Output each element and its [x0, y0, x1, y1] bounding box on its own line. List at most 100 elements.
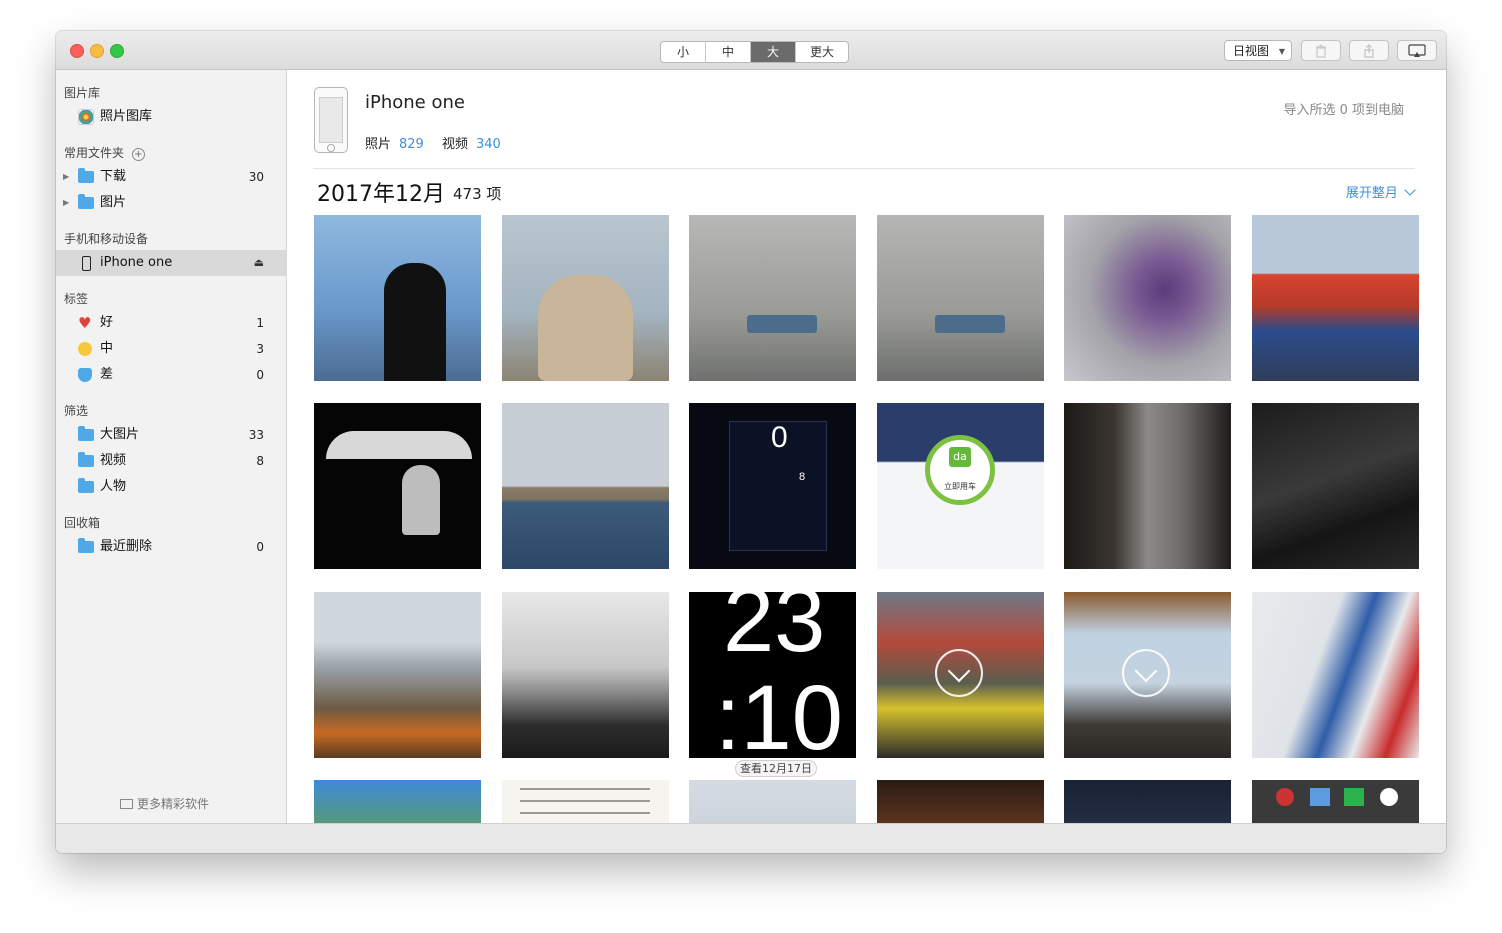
- photo-thumbnail[interactable]: [314, 403, 481, 569]
- zoom-button[interactable]: [110, 44, 124, 58]
- photo-thumbnail[interactable]: [502, 215, 669, 381]
- sidebar-item-label: 最近删除: [100, 539, 153, 554]
- chevron-down-icon: [1404, 184, 1416, 196]
- sidebar-item-iphone[interactable]: iPhone one ⏏: [56, 250, 286, 276]
- size-xlarge-button[interactable]: 更大: [796, 42, 848, 62]
- photo-thumbnail[interactable]: [502, 780, 669, 823]
- delete-button[interactable]: [1301, 40, 1341, 61]
- header-divider: [313, 168, 1415, 169]
- folder-icon: [78, 426, 94, 441]
- size-large-button[interactable]: 大: [751, 42, 796, 62]
- status-bar: [56, 823, 1446, 853]
- sidebar-item-videos[interactable]: 视频 8: [56, 448, 286, 474]
- videos-stat[interactable]: 视频 340: [442, 133, 501, 152]
- sidebar-item-photo-library[interactable]: 照片图库: [56, 104, 286, 130]
- sidebar-item-count: 0: [256, 540, 264, 554]
- main-content: iPhone one 照片 829 视频 340 导入所选 0 项到电脑 2017年…: [287, 70, 1446, 823]
- import-selected-button[interactable]: 导入所选 0 项到电脑: [1283, 99, 1404, 118]
- photo-thumbnail[interactable]: da 立即用车: [877, 403, 1044, 569]
- sidebar-item-count: 30: [248, 170, 264, 184]
- sidebar-item-label: 好: [100, 315, 114, 330]
- clock-thumbnail[interactable]: 23 :10: [689, 592, 856, 758]
- share-button[interactable]: [1349, 40, 1389, 61]
- pictures-folder-icon: [78, 194, 94, 209]
- library-header: 图片库: [64, 86, 101, 100]
- photo-thumbnail[interactable]: [877, 215, 1044, 381]
- folder-icon: [78, 478, 94, 493]
- trash-icon: [1316, 44, 1326, 58]
- sidebar-item-people[interactable]: 人物: [56, 474, 286, 500]
- sidebar-item-large-images[interactable]: 大图片 33: [56, 422, 286, 448]
- video-thumbnail[interactable]: [877, 592, 1044, 758]
- favorites-header-label: 常用文件夹: [64, 146, 125, 160]
- speed-readout: 0: [771, 421, 788, 454]
- more-software-link[interactable]: 更多精彩软件: [120, 795, 209, 812]
- thumbs-down-icon: [78, 368, 92, 382]
- expand-month-label: 展开整月: [1345, 186, 1398, 201]
- sidebar-item-count: 0: [256, 368, 264, 382]
- folder-icon: [78, 538, 94, 553]
- photo-thumbnail[interactable]: [1064, 403, 1231, 569]
- sidebar-item-label: 图片: [100, 195, 127, 210]
- app-text: 立即用车: [944, 482, 976, 491]
- photo-thumbnail[interactable]: [877, 780, 1044, 823]
- size-small-button[interactable]: 小: [661, 42, 706, 62]
- photo-thumbnail[interactable]: [502, 592, 669, 758]
- sidebar-item-label: 中: [100, 341, 114, 356]
- add-folder-icon[interactable]: +: [131, 148, 145, 161]
- folder-icon: [78, 452, 94, 467]
- sidebar-item-downloads[interactable]: ▶ 下载 30: [56, 164, 286, 190]
- videos-label: 视频: [442, 137, 469, 152]
- sidebar-item-pictures[interactable]: ▶ 图片: [56, 190, 286, 216]
- size-medium-button[interactable]: 中: [706, 42, 751, 62]
- eject-icon[interactable]: ⏏: [254, 250, 264, 276]
- photo-thumbnail[interactable]: [1252, 215, 1419, 381]
- trash-header: 回收箱: [64, 516, 101, 530]
- photo-thumbnail[interactable]: [1252, 780, 1419, 823]
- photo-thumbnail[interactable]: [689, 780, 856, 823]
- photo-thumbnail[interactable]: [314, 215, 481, 381]
- view-select-label: 日视图: [1233, 44, 1270, 58]
- photos-label: 照片: [365, 137, 392, 152]
- view-select[interactable]: 日视图 ▼: [1224, 40, 1292, 61]
- more-software-label: 更多精彩软件: [137, 797, 210, 811]
- sidebar-item-label: 视频: [100, 453, 127, 468]
- photo-thumbnail[interactable]: [1252, 592, 1419, 758]
- disclosure-triangle-icon[interactable]: ▶: [63, 190, 69, 216]
- app-window: 小 中 大 更大 日视图 ▼ 图片库 照片图库 常用文件夹 + ▶ 下载 30 …: [56, 31, 1446, 853]
- expand-month-link[interactable]: 展开整月: [1345, 182, 1416, 201]
- photos-stat[interactable]: 照片 829: [365, 133, 424, 152]
- sidebar-item-recently-deleted[interactable]: 最近删除 0: [56, 534, 286, 560]
- airplay-button[interactable]: [1397, 40, 1437, 61]
- photo-thumbnail[interactable]: [1064, 780, 1231, 823]
- monitor-icon: [120, 799, 133, 809]
- sidebar-item-tag-good[interactable]: ♥ 好 1: [56, 310, 286, 336]
- clock-hour: 23: [723, 592, 826, 671]
- download-icon[interactable]: [1122, 649, 1170, 697]
- photo-thumbnail[interactable]: [314, 780, 481, 823]
- photo-thumbnail[interactable]: [502, 403, 669, 569]
- photo-thumbnail[interactable]: [1064, 215, 1231, 381]
- minimize-button[interactable]: [90, 44, 104, 58]
- photo-thumbnail[interactable]: 0 8: [689, 403, 856, 569]
- photo-thumbnail[interactable]: [689, 215, 856, 381]
- sidebar-item-tag-bad[interactable]: 差 0: [56, 362, 286, 388]
- photos-count: 829: [399, 137, 424, 152]
- photos-app-icon: [78, 109, 94, 125]
- date-badge[interactable]: 查看12月17日: [735, 760, 817, 777]
- month-item-count: 473 项: [453, 185, 502, 203]
- sidebar-item-label: 差: [100, 367, 114, 382]
- close-button[interactable]: [70, 44, 84, 58]
- download-icon[interactable]: [935, 649, 983, 697]
- device-name: iPhone one: [365, 92, 465, 113]
- video-thumbnail[interactable]: [1064, 592, 1231, 758]
- battery-readout: 8: [799, 471, 806, 483]
- tags-header: 标签: [64, 292, 89, 306]
- disclosure-triangle-icon[interactable]: ▶: [63, 164, 69, 190]
- photo-thumbnail[interactable]: [1252, 403, 1419, 569]
- sidebar-item-tag-medium[interactable]: 中 3: [56, 336, 286, 362]
- photo-thumbnail[interactable]: [314, 592, 481, 758]
- sidebar-item-label: 大图片: [100, 427, 140, 442]
- sidebar: 图片库 照片图库 常用文件夹 + ▶ 下载 30 ▶ 图片 手机和移动设备 iP…: [56, 70, 287, 823]
- sidebar-item-count: 8: [256, 454, 264, 468]
